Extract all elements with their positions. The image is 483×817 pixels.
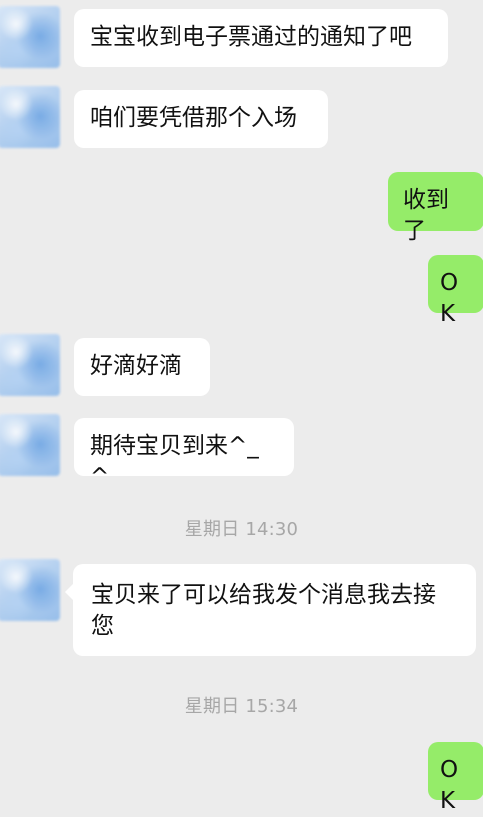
message-bubble[interactable]: 好滴好滴 (74, 338, 210, 396)
message-row: 期待宝贝到来^_^ (0, 414, 483, 490)
message-bubble[interactable]: 宝宝收到电子票通过的通知了吧 (74, 9, 448, 67)
message-row: 收到了 (0, 172, 483, 244)
avatar[interactable] (0, 334, 60, 396)
timestamp: 星期日 14:30 (184, 519, 299, 540)
timestamp: 星期日 15:34 (184, 696, 299, 717)
message-row: OK (0, 742, 483, 814)
avatar[interactable] (0, 86, 60, 148)
message-bubble[interactable]: 咱们要凭借那个入场 (74, 90, 328, 148)
avatar[interactable] (0, 559, 60, 621)
message-row: 宝贝来了可以给我发个消息我去接您 (0, 559, 483, 656)
message-bubble[interactable]: 期待宝贝到来^_^ (74, 418, 294, 490)
message-row: 好滴好滴 (0, 330, 483, 398)
message-row: 宝宝收到电子票通过的通知了吧 (0, 6, 483, 68)
message-row: OK (0, 255, 483, 327)
avatar[interactable] (0, 6, 60, 68)
message-bubble[interactable]: 收到了 (388, 172, 483, 244)
message-bubble[interactable]: OK (428, 255, 483, 327)
avatar[interactable] (0, 414, 60, 476)
message-bubble[interactable]: 宝贝来了可以给我发个消息我去接您 (65, 564, 476, 656)
message-bubble[interactable]: OK (428, 742, 483, 814)
message-row: 咱们要凭借那个入场 (0, 86, 483, 148)
